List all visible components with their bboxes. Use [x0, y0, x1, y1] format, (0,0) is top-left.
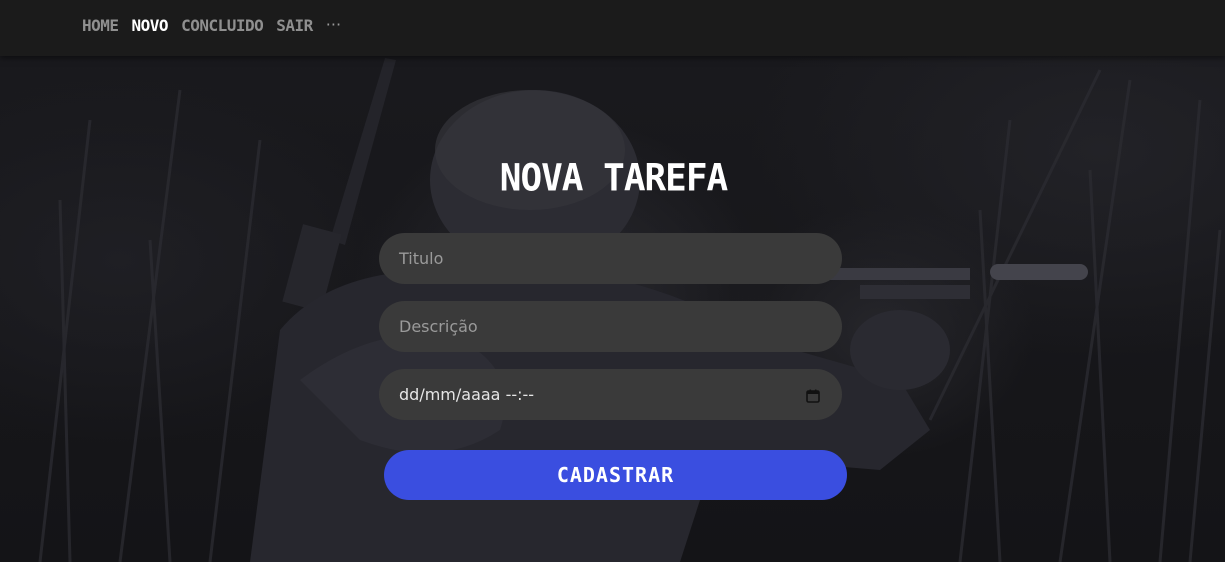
calendar-icon-glyph: [806, 389, 820, 403]
nav-link-home[interactable]: HOME: [82, 16, 119, 35]
nav-link-concluido[interactable]: CONCLUIDO: [181, 16, 264, 35]
datetime-input[interactable]: dd/mm/aaaa --:--: [379, 369, 842, 420]
nav-item-novo: NOVO: [132, 16, 169, 36]
nav-item-sair: SAIR: [276, 16, 313, 36]
nav-menu: HOME NOVO CONCLUIDO SAIR ···: [82, 16, 341, 36]
nav-link-novo[interactable]: NOVO: [132, 16, 169, 35]
nav-item-concluido: CONCLUIDO: [181, 16, 264, 36]
description-input-placeholder: Descrição: [399, 317, 478, 336]
description-input[interactable]: Descrição: [379, 301, 842, 352]
new-task-form: NOVA TAREFA Titulo Descrição dd/mm/aaaa …: [0, 0, 1225, 562]
nav-item-home: HOME: [82, 16, 119, 36]
more-dots-icon[interactable]: ···: [326, 15, 341, 34]
page: HOME NOVO CONCLUIDO SAIR ··· NOVA TAREFA…: [0, 0, 1225, 562]
top-navbar: HOME NOVO CONCLUIDO SAIR ···: [0, 0, 1225, 56]
nav-link-sair[interactable]: SAIR: [276, 16, 313, 35]
datetime-input-value: dd/mm/aaaa --:--: [399, 385, 535, 404]
form-title: NOVA TAREFA: [499, 156, 728, 201]
title-input[interactable]: Titulo: [379, 233, 842, 284]
title-input-placeholder: Titulo: [399, 249, 444, 268]
calendar-icon[interactable]: [806, 388, 820, 403]
submit-button[interactable]: CADASTRAR: [384, 450, 847, 500]
nav-item-more: ···: [326, 15, 341, 36]
